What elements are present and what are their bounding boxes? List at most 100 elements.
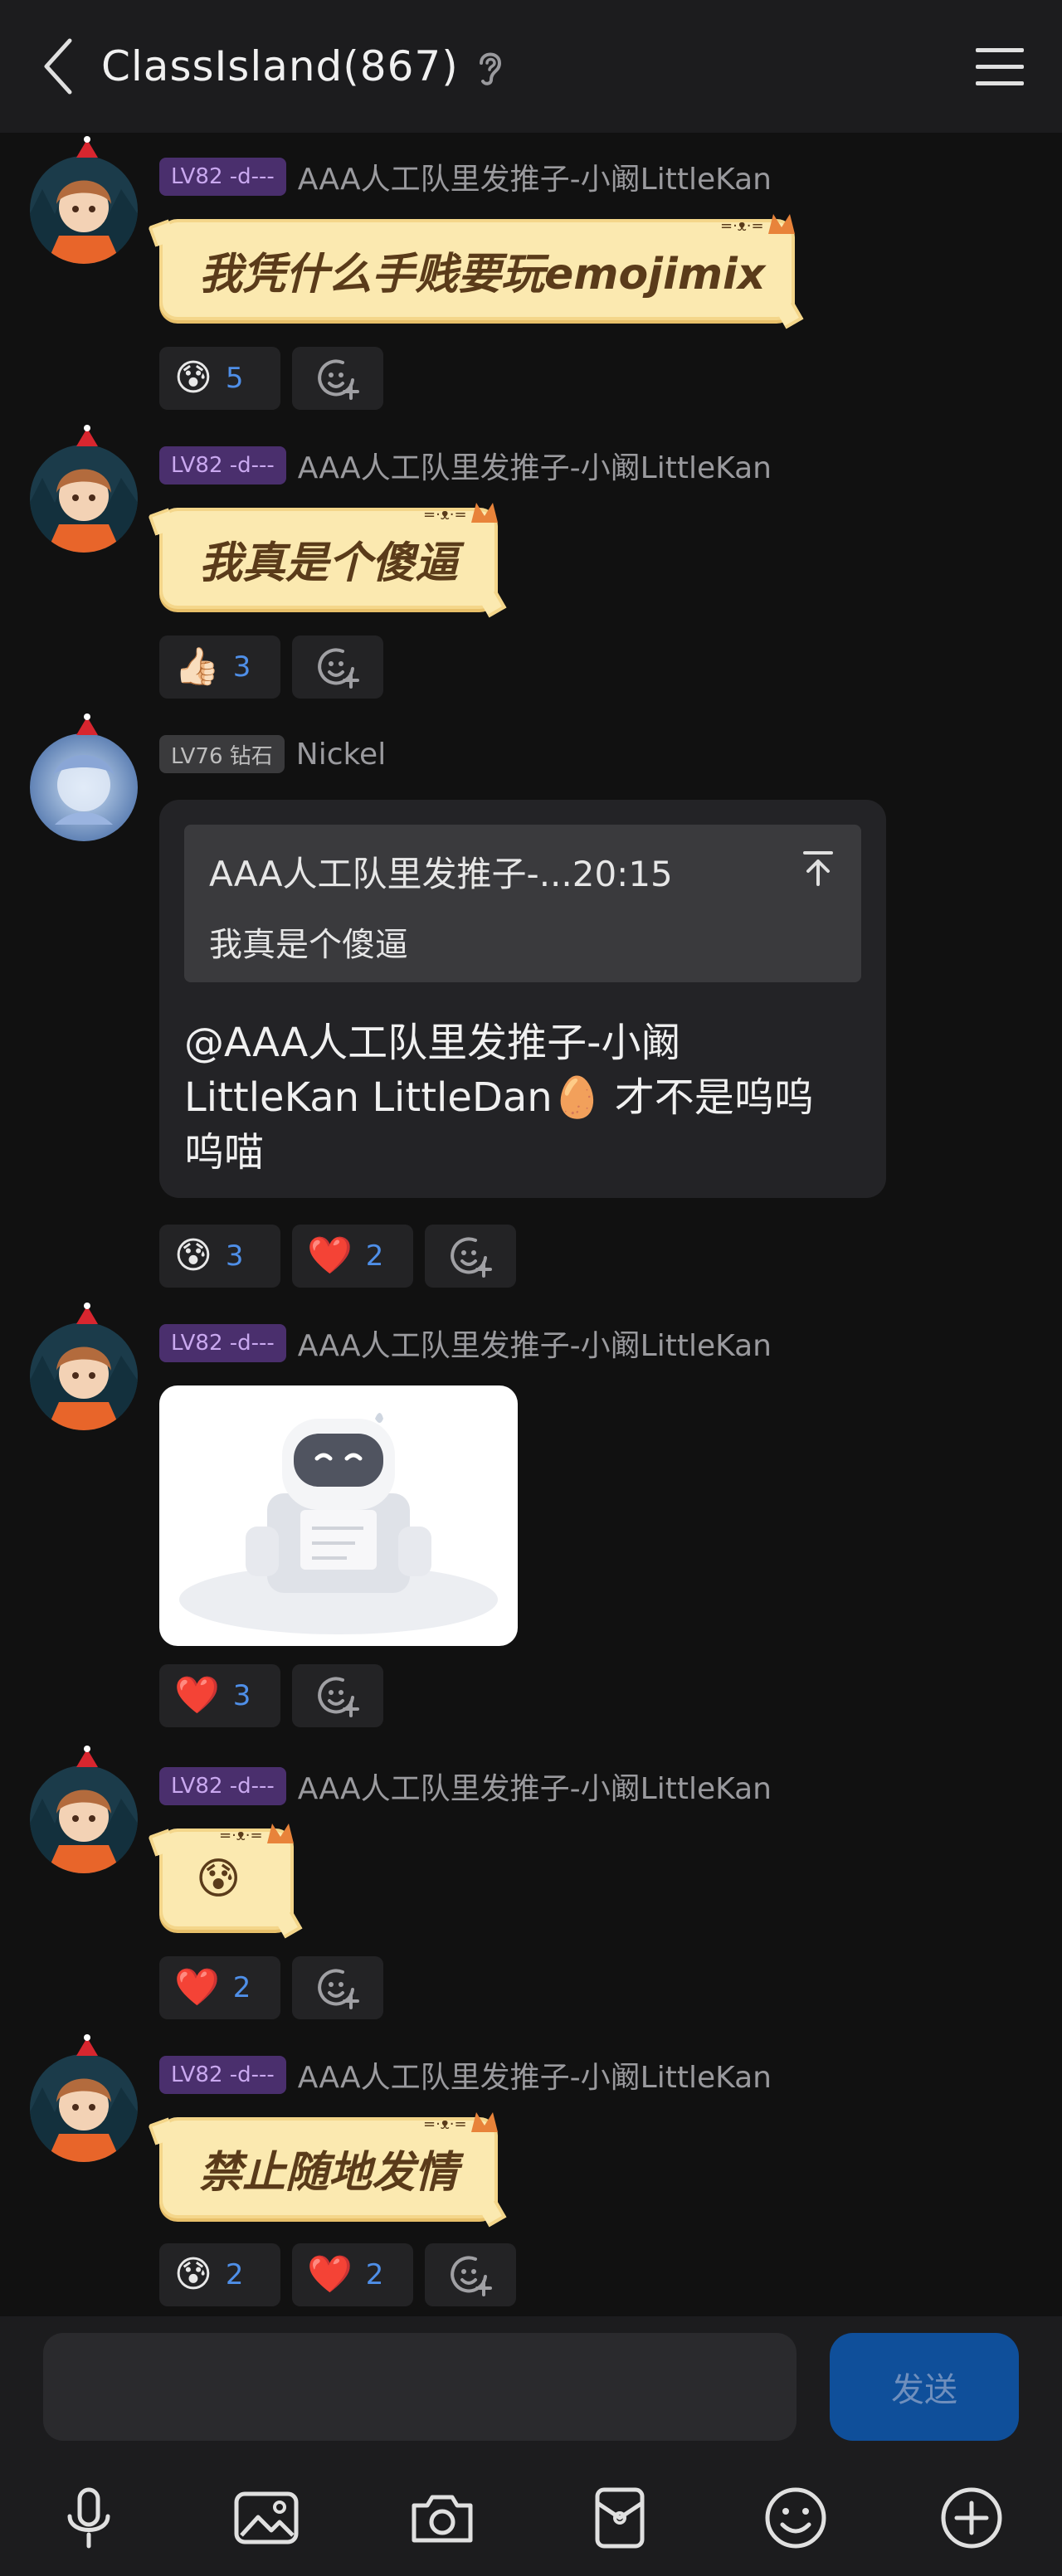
chat-header: ClassIsland(867): [0, 0, 1062, 133]
message-item: LV82 -d--- AAA人工队里发推子-小阚LittleKan 😰 =·ᴥ·…: [0, 1742, 1062, 2024]
message-text: 我凭什么手贱要玩emojimix: [199, 249, 766, 299]
message-meta: LV76 钻石 Nickel: [159, 733, 386, 775]
emoji-button[interactable]: [758, 2481, 833, 2555]
hat-icon: [76, 136, 98, 158]
level-badge: LV82 -d---: [159, 1767, 286, 1805]
reaction-bar: 😰 2 ❤️ 2: [159, 2243, 516, 2306]
add-reaction-button[interactable]: [292, 1956, 383, 2019]
chat-title[interactable]: ClassIsland(867): [101, 37, 459, 96]
add-reaction-button[interactable]: [425, 1225, 516, 1288]
jump-to-original-icon[interactable]: [800, 848, 836, 888]
reply-message-card[interactable]: AAA人工队里发推子-...20:15 我真是个傻逼 @AAA人工队里发推子-小…: [159, 800, 886, 1198]
avatar[interactable]: [30, 2034, 138, 2162]
level-badge: LV82 -d---: [159, 158, 286, 196]
image-button[interactable]: [229, 2481, 304, 2555]
plus-circle-icon: [941, 2487, 1002, 2549]
reaction-count: 2: [225, 2258, 244, 2291]
more-button[interactable]: [934, 2481, 1009, 2555]
sender-name[interactable]: AAA人工队里发推子-小阚LittleKan: [298, 444, 772, 487]
sender-name[interactable]: AAA人工队里发推子-小阚LittleKan: [298, 1322, 772, 1365]
reaction-count: 3: [232, 650, 251, 684]
quoted-text: 我真是个傻逼: [209, 926, 408, 964]
reaction-bar: 😰 5: [159, 347, 383, 410]
add-reaction-button[interactable]: [292, 1664, 383, 1727]
send-button[interactable]: 发送: [830, 2333, 1019, 2441]
reaction-emoji: ❤️: [174, 1966, 220, 2009]
cat-decoration-icon: =·ᴥ·=: [423, 503, 498, 523]
message-bubble[interactable]: 禁止随地发情 =·ᴥ·=: [148, 2112, 507, 2228]
reaction-count: 5: [225, 362, 244, 395]
add-reaction-icon: [318, 1677, 359, 1717]
add-reaction-button[interactable]: [425, 2243, 516, 2306]
hat-icon: [76, 1303, 98, 1324]
level-badge: LV82 -d---: [159, 446, 286, 485]
red-packet-icon: [595, 2487, 645, 2549]
avatar[interactable]: [30, 1303, 138, 1430]
add-reaction-icon: [451, 2256, 492, 2296]
voice-button[interactable]: [51, 2481, 126, 2555]
message-meta: LV82 -d--- AAA人工队里发推子-小阚LittleKan: [159, 156, 772, 197]
reaction-count: 3: [225, 1239, 244, 1273]
add-reaction-icon: [451, 1237, 492, 1278]
message-input[interactable]: [43, 2333, 796, 2441]
message-item: LV82 -d--- AAA人工队里发推子-小阚LittleKan 我真是个傻逼…: [0, 421, 1062, 704]
avatar-image: [30, 733, 138, 841]
reaction-chip[interactable]: ❤️ 2: [159, 1956, 280, 2019]
reaction-chip[interactable]: ❤️ 2: [292, 2243, 413, 2306]
message-bubble[interactable]: 我凭什么手贱要玩emojimix =·ᴥ·=: [148, 214, 804, 329]
reaction-chip[interactable]: ❤️ 2: [292, 1225, 413, 1288]
reaction-count: 2: [365, 2258, 384, 2291]
reaction-emoji: 😰: [174, 1234, 212, 1277]
reaction-bar: 😰 3 ❤️ 2: [159, 1225, 516, 1288]
avatar[interactable]: [30, 136, 138, 264]
reaction-emoji: 😰: [174, 2253, 212, 2296]
svg-text:=·ᴥ·=: =·ᴥ·=: [219, 1827, 263, 1844]
add-reaction-button[interactable]: [292, 347, 383, 410]
ear-icon[interactable]: [473, 46, 506, 88]
camera-button[interactable]: [405, 2481, 480, 2555]
chevron-left-icon: [44, 38, 72, 95]
bubble-tail: [479, 590, 507, 618]
hat-icon: [76, 713, 98, 735]
hamburger-icon[interactable]: [971, 40, 1029, 93]
level-badge: LV82 -d---: [159, 2056, 286, 2094]
sender-name[interactable]: AAA人工队里发推子-小阚LittleKan: [298, 155, 772, 198]
reaction-bar: ❤️ 2: [159, 1956, 383, 2019]
red-packet-button[interactable]: [582, 2481, 657, 2555]
reaction-bar: ❤️ 3: [159, 1664, 383, 1727]
reaction-emoji: ❤️: [307, 1234, 353, 1277]
message-bubble[interactable]: 😰 =·ᴥ·=: [148, 1824, 303, 1939]
avatar[interactable]: [30, 1746, 138, 1873]
avatar-image: [30, 1322, 138, 1430]
reaction-bar: 👍🏻 3: [159, 635, 383, 699]
svg-text:=·ᴥ·=: =·ᴥ·=: [423, 2116, 467, 2133]
reaction-count: 2: [365, 1239, 384, 1273]
avatar[interactable]: [30, 425, 138, 553]
bottom-toolbar: [0, 2462, 1062, 2576]
hat-icon: [76, 2034, 98, 2056]
reaction-chip[interactable]: 😰 2: [159, 2243, 280, 2306]
message-meta: LV82 -d--- AAA人工队里发推子-小阚LittleKan: [159, 1322, 772, 1364]
avatar[interactable]: [30, 713, 138, 841]
back-button[interactable]: [33, 37, 83, 96]
reaction-count: 3: [232, 1679, 251, 1712]
sticker-image[interactable]: [159, 1385, 518, 1646]
sender-name[interactable]: Nickel: [296, 738, 386, 772]
message-bubble[interactable]: 我真是个傻逼 =·ᴥ·=: [148, 503, 507, 618]
avatar-image: [30, 445, 138, 553]
sender-name[interactable]: AAA人工队里发推子-小阚LittleKan: [298, 1765, 772, 1808]
message-text: 我真是个傻逼: [199, 538, 459, 588]
reaction-chip[interactable]: ❤️ 3: [159, 1664, 280, 1727]
sender-name[interactable]: AAA人工队里发推子-小阚LittleKan: [298, 2053, 772, 2096]
svg-text:=·ᴥ·=: =·ᴥ·=: [423, 506, 467, 523]
reaction-chip[interactable]: 👍🏻 3: [159, 635, 280, 699]
reaction-chip[interactable]: 😰 3: [159, 1225, 280, 1288]
cat-decoration-icon: =·ᴥ·=: [423, 2112, 498, 2133]
reaction-chip[interactable]: 😰 5: [159, 347, 280, 410]
cat-decoration-icon: =·ᴥ·=: [720, 214, 795, 235]
quoted-message[interactable]: AAA人工队里发推子-...20:15 我真是个傻逼: [184, 825, 861, 982]
message-meta: LV82 -d--- AAA人工队里发推子-小阚LittleKan: [159, 1765, 772, 1807]
bubble-ear: [148, 1829, 176, 1857]
add-reaction-button[interactable]: [292, 635, 383, 699]
message-text: @AAA人工队里发推子-小阚LittleKan LittleDan🥚 才不是呜呜…: [184, 1020, 814, 1176]
